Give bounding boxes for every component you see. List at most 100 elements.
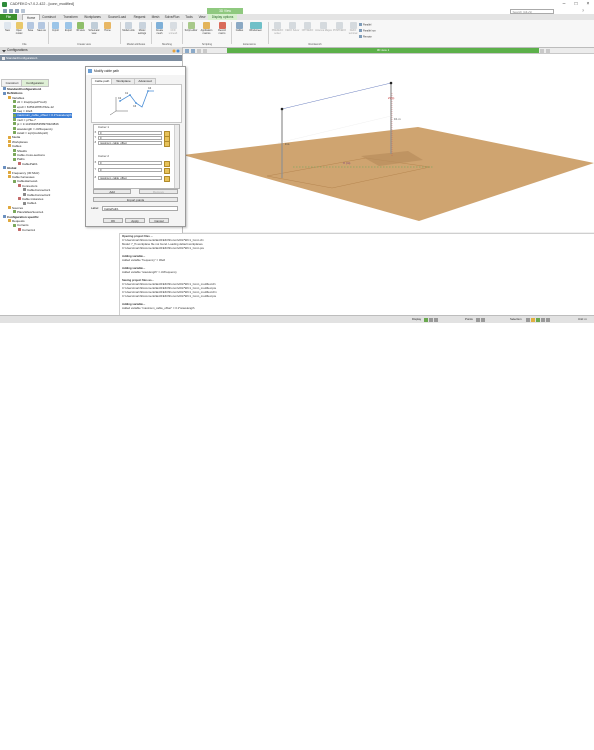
tree-item-label: Cable cross-sections	[17, 153, 45, 157]
windscreen-icon	[249, 22, 262, 29]
remote-button[interactable]: Remote	[359, 35, 372, 39]
connector-2[interactable]	[389, 81, 393, 85]
optfeko-button[interactable]: OPTFEKO	[300, 22, 315, 41]
corner-2-z-expression-icon[interactable]	[164, 176, 170, 182]
selection-icons[interactable]	[526, 317, 556, 322]
tree-node-icon	[8, 135, 11, 139]
panel-pin-icon[interactable]	[172, 49, 180, 53]
collapse-icon[interactable]	[1, 49, 6, 53]
tree-item-label: Configuration specific	[7, 214, 39, 219]
dialog-title-bar: Modify cable path	[86, 67, 185, 75]
configuration-header[interactable]: StandardConfiguration1	[0, 55, 182, 61]
cables-button[interactable]: Cables	[233, 22, 246, 41]
prefeko-button[interactable]: PREFEKO solver	[270, 22, 285, 41]
points-icons[interactable]	[476, 317, 486, 322]
tab-configuration-panel[interactable]: Configuration	[21, 79, 49, 87]
3d-view-button[interactable]: 3D view	[75, 22, 86, 41]
status-points-label: Points	[465, 317, 473, 321]
corner-1-y-input[interactable]: 0	[98, 136, 162, 140]
group-label-file: File	[22, 42, 27, 46]
save-button[interactable]: Save	[25, 22, 36, 41]
parallel-icon	[359, 23, 362, 26]
tree-item[interactable]: CablePath1	[18, 162, 38, 166]
tree-item-label: CableConnector1	[27, 188, 51, 193]
script-editor-button[interactable]: Script editor	[184, 22, 198, 41]
corner-1-x-input[interactable]: 0	[98, 131, 162, 135]
corner-2-y-input[interactable]: 0	[98, 168, 162, 172]
antenna-magus-button[interactable]: Antenna Magus	[315, 22, 332, 41]
view-tab-3d-view-1[interactable]: 3D view 1	[227, 48, 539, 53]
create-mesh-button[interactable]: Create mesh	[153, 22, 166, 41]
schematic-view-button[interactable]: Schematic view	[86, 22, 102, 41]
view-options-icons[interactable]	[540, 48, 580, 53]
import-button[interactable]: Import	[49, 22, 62, 41]
title-bar: CADFEKO v7.0.2-422 - [conn_modified] – □…	[0, 0, 594, 8]
tree-node-icon	[13, 109, 16, 113]
feko-terminal-button[interactable]: FEKO terminal	[347, 22, 359, 41]
tab-construct-panel[interactable]: Construct	[1, 79, 23, 87]
tree-item[interactable]: Currents1	[18, 228, 35, 232]
dialog-title: Modify cable path	[94, 69, 119, 73]
ribbon-separator	[268, 22, 269, 44]
import-points-button[interactable]: Import points	[93, 197, 178, 202]
ok-button[interactable]: OK	[103, 218, 123, 223]
quick-save-icon[interactable]	[15, 9, 19, 13]
label-input[interactable]: CablePath1	[102, 206, 178, 211]
parallel-button[interactable]: Parallel	[359, 23, 371, 27]
cfd-unmesh-button[interactable]: CFD unmesh	[166, 22, 180, 41]
model-settings-button[interactable]: Model settings	[135, 22, 149, 41]
maximize-button[interactable]: □	[570, 0, 582, 8]
search-input[interactable]: Search (Alt+S)	[510, 8, 554, 14]
parallel-run-button[interactable]: Parallel run	[359, 29, 376, 33]
new-button[interactable]: New	[2, 22, 13, 41]
export-button[interactable]: Export	[62, 22, 75, 41]
tree-item-label: Cable1	[27, 201, 37, 206]
corner-list: Corner 1 X 0 Y 0 Z maximum_cable_offset …	[93, 124, 180, 189]
3d-viewport[interactable]: Z(m) 0.1 m X (m) 0 m	[183, 54, 594, 232]
close-button[interactable]: ×	[582, 0, 594, 8]
tree-item-label: Requests	[12, 219, 25, 223]
quick-undo-icon[interactable]	[21, 9, 25, 13]
save-as-button[interactable]: Save as	[36, 22, 47, 41]
home-view-button[interactable]: Home	[102, 22, 113, 41]
tree-item-label: c0 = 1/sqrt(eps0*mu0)	[17, 100, 47, 105]
tree-node-icon	[13, 157, 16, 161]
tree-item[interactable]: Cable1	[23, 201, 37, 205]
cancel-button[interactable]: Cancel	[149, 218, 169, 223]
display-icons[interactable]	[424, 317, 444, 322]
remove-button[interactable]: Remove	[139, 189, 178, 194]
cube-icon	[77, 22, 84, 29]
apply-button[interactable]: Apply	[125, 218, 145, 223]
mesh-icon	[156, 22, 163, 29]
model-units-button[interactable]: Model units	[122, 22, 135, 41]
corner-1-z-input[interactable]: maximum_cable_offset	[98, 141, 162, 145]
minimize-button[interactable]: –	[558, 0, 570, 8]
application-macros-button[interactable]: Application macros	[198, 22, 215, 41]
windscreen-button[interactable]: Windscreen	[246, 22, 265, 41]
tree-node-icon	[13, 104, 16, 108]
preview-diagram: C1 C2 C3 C4	[109, 87, 154, 116]
corner-2-x-input[interactable]: 0	[98, 161, 162, 165]
postfeko-button[interactable]: POSTFEKO	[332, 22, 347, 41]
feko-solver-button[interactable]: FEKO Solver	[285, 22, 300, 41]
view-toolbar-icons[interactable]	[185, 48, 225, 53]
add-button[interactable]: Add	[93, 189, 131, 194]
corner-2-z-input[interactable]: maximum_cable_offset	[98, 176, 162, 180]
connector-1[interactable]	[280, 107, 284, 111]
quick-open-icon[interactable]	[9, 9, 13, 13]
corner-2-y-expression-icon[interactable]	[164, 168, 170, 174]
corner-1-z-expression-icon[interactable]	[164, 141, 170, 147]
scene-svg: Z(m) 0.1 m X (m) 0 m	[183, 81, 594, 221]
open-model-button[interactable]: Open model	[13, 22, 25, 41]
configuration-icon	[1, 56, 5, 60]
quick-new-icon[interactable]	[3, 9, 7, 13]
save-icon	[27, 22, 34, 29]
import-icon	[52, 22, 59, 29]
macro-icon	[203, 22, 210, 29]
script-icon	[187, 22, 195, 29]
corner-list-scrollbar[interactable]	[174, 125, 179, 188]
tree-node-icon	[13, 148, 16, 152]
record-macro-button[interactable]: Record macro	[215, 22, 229, 41]
app-logo-icon	[2, 1, 7, 7]
corner-2-x-expression-icon[interactable]	[164, 161, 170, 167]
